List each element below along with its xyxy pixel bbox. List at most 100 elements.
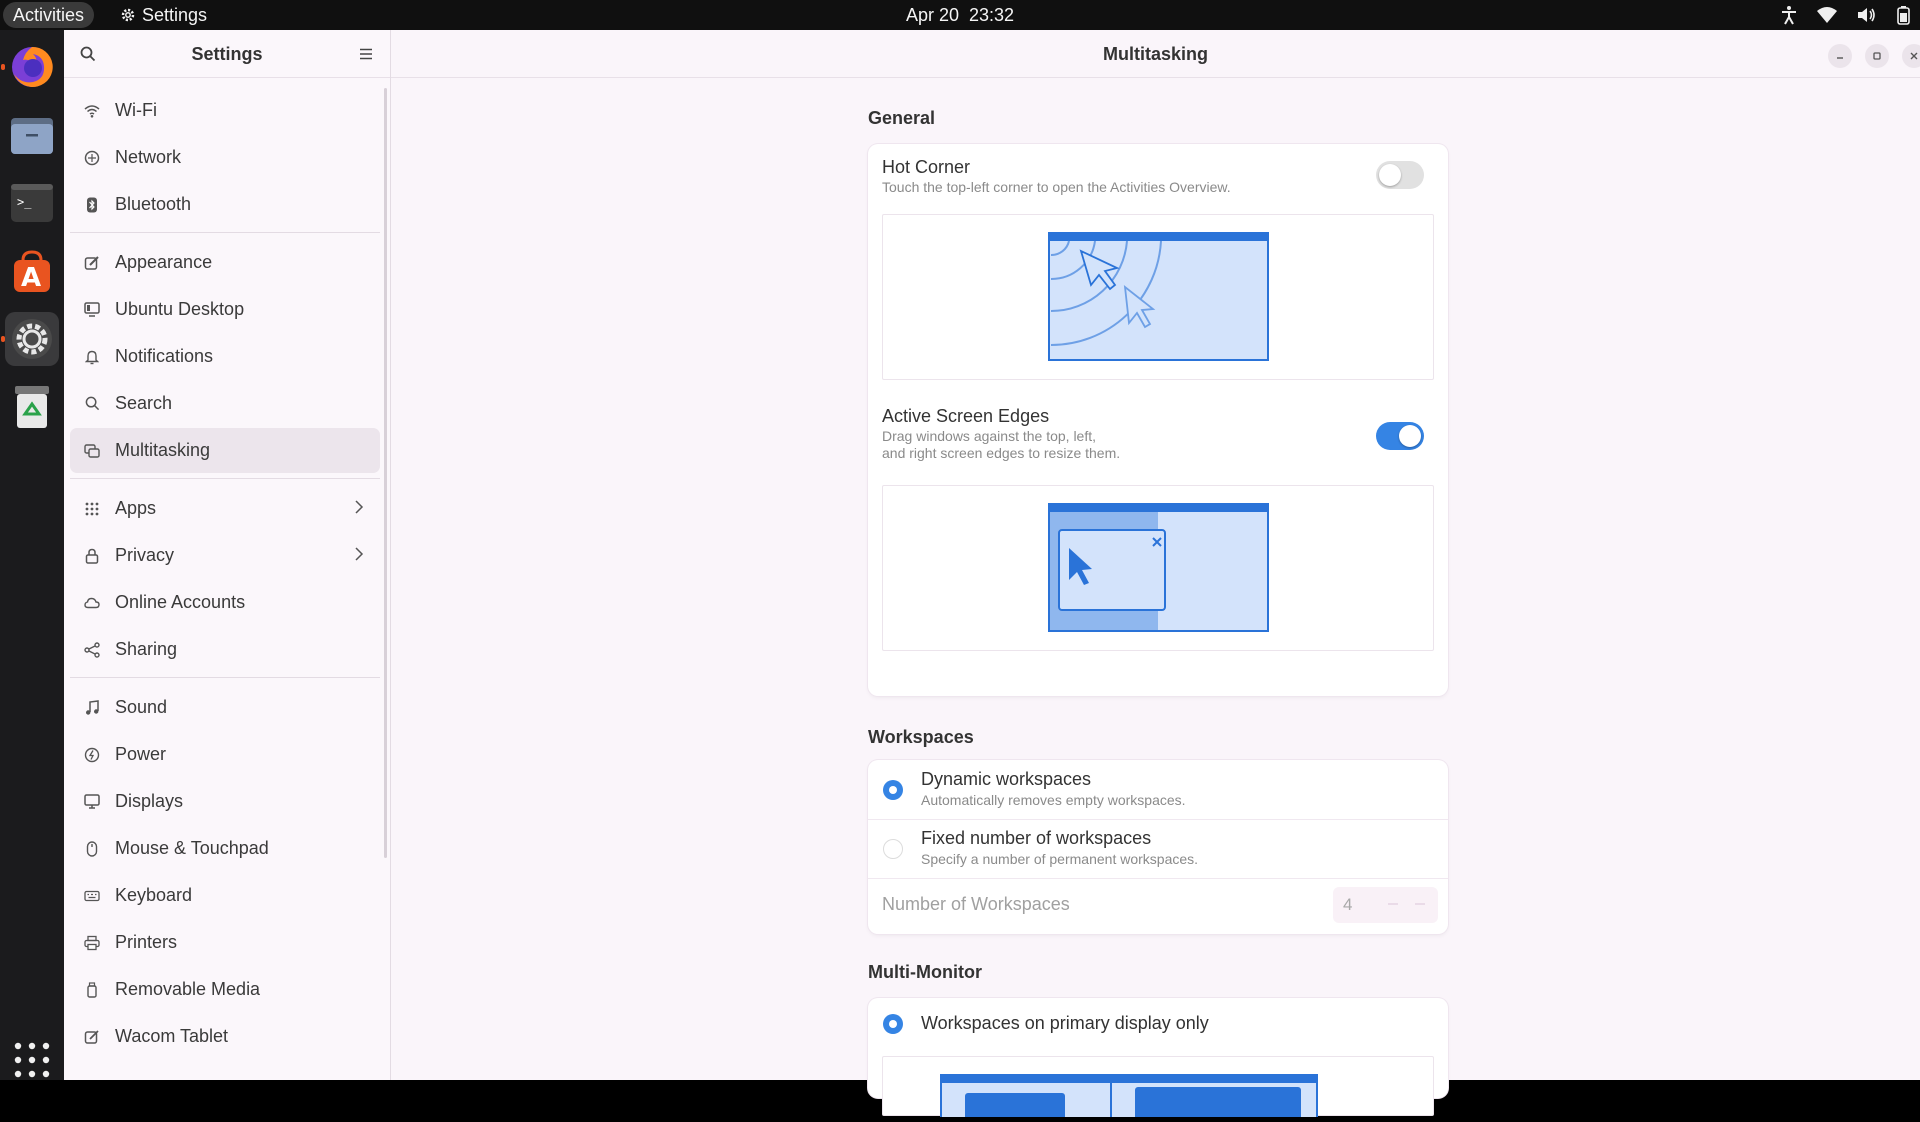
sidebar-list: Wi-Fi Network Bluetooth Appearance Ubunt… — [70, 88, 380, 1061]
hot-corner-illustration-graphic — [1048, 232, 1269, 361]
sidebar-header: Settings — [64, 30, 390, 78]
sidebar-item-notifications[interactable]: Notifications — [70, 334, 380, 379]
number-of-workspaces-spinbutton[interactable]: 4 — [1333, 887, 1438, 923]
app-menu[interactable]: Settings — [120, 0, 207, 30]
show-apps-button[interactable] — [12, 1040, 52, 1080]
sidebar-item-privacy[interactable]: Privacy — [70, 533, 380, 578]
decrement-icon[interactable] — [1388, 903, 1398, 905]
sidebar-item-mouse-touchpad[interactable]: Mouse & Touchpad — [70, 826, 380, 871]
sidebar-item-label: Wacom Tablet — [115, 1026, 229, 1046]
activities-button[interactable]: Activities — [3, 2, 95, 28]
switch-knob — [1379, 164, 1401, 186]
sidebar-item-label: Printers — [115, 932, 178, 952]
dock: >_ A — [0, 30, 64, 1080]
dock-firefox[interactable] — [1, 40, 59, 94]
sidebar-item-label: Notifications — [115, 346, 214, 366]
clock-time[interactable]: 23:32 — [969, 5, 1014, 25]
keyboard-icon — [82, 886, 102, 906]
display-icon — [82, 792, 102, 812]
sidebar-item-bluetooth[interactable]: Bluetooth — [70, 182, 380, 227]
sidebar-item-keyboard[interactable]: Keyboard — [70, 873, 380, 918]
sidebar-item-multitasking[interactable]: Multitasking — [70, 428, 380, 473]
sidebar-item-sharing[interactable]: Sharing — [70, 627, 380, 672]
sidebar-item-search[interactable]: Search — [70, 381, 380, 426]
dock-settings[interactable] — [1, 312, 59, 366]
number-of-workspaces-label: Number of Workspaces — [882, 894, 1070, 914]
sidebar-item-label: Sound — [115, 697, 168, 717]
section-workspaces-heading: Workspaces — [868, 727, 974, 747]
chevron-right-icon — [355, 500, 364, 514]
sidebar-item-online-accounts[interactable]: Online Accounts — [70, 580, 380, 625]
sidebar-item-wifi[interactable]: Wi-Fi — [70, 88, 380, 133]
sidebar-item-label: Ubuntu Desktop — [115, 299, 245, 319]
dock-terminal[interactable]: >_ — [5, 176, 59, 230]
sidebar-item-displays[interactable]: Displays — [70, 779, 380, 824]
minimize-button[interactable] — [1828, 44, 1852, 68]
clock-date[interactable]: Apr 20 — [906, 5, 959, 25]
maximize-button[interactable] — [1865, 44, 1889, 68]
sidebar: Settings Wi-Fi Network Bluetooth Appeara… — [64, 30, 391, 1080]
accessibility-icon[interactable] — [1780, 5, 1798, 25]
primary-display-only-radio[interactable] — [883, 1014, 903, 1034]
sidebar-item-apps[interactable]: Apps — [70, 486, 380, 531]
sidebar-item-label: Appearance — [115, 252, 213, 272]
volume-icon[interactable] — [1856, 6, 1876, 24]
sidebar-item-printers[interactable]: Printers — [70, 920, 380, 965]
sidebar-item-sound[interactable]: Sound — [70, 685, 380, 730]
sidebar-item-label: Removable Media — [115, 979, 261, 999]
active-screen-edges-title: Active Screen Edges — [882, 406, 1050, 426]
switch-knob — [1399, 425, 1421, 447]
multimonitor-illustration — [882, 1056, 1434, 1122]
battery-icon[interactable] — [1894, 5, 1912, 25]
sidebar-item-network[interactable]: Network — [70, 135, 380, 180]
number-of-workspaces-value[interactable]: 4 — [1343, 895, 1352, 915]
sidebar-item-power[interactable]: Power — [70, 732, 380, 777]
active-screen-edges-switch[interactable] — [1376, 422, 1424, 450]
ubuntu-desktop-icon — [82, 300, 102, 320]
sidebar-item-label: Privacy — [115, 545, 175, 565]
appearance-icon — [82, 253, 102, 273]
close-button[interactable] — [1902, 44, 1920, 68]
dynamic-workspaces-subtitle: Automatically removes empty workspaces. — [921, 792, 1186, 808]
software-store-icon: A — [14, 250, 50, 293]
system-tray[interactable] — [1780, 0, 1912, 30]
wifi-status-icon[interactable] — [1816, 6, 1838, 24]
folder-icon — [11, 118, 53, 154]
hamburger-menu-icon — [360, 48, 372, 60]
dock-files[interactable] — [5, 108, 59, 162]
wifi-icon — [82, 101, 102, 121]
music-note-icon — [82, 698, 102, 718]
hot-corner-switch[interactable] — [1376, 161, 1424, 189]
fixed-workspaces-radio[interactable] — [883, 839, 903, 859]
hot-corner-title: Hot Corner — [882, 157, 971, 177]
hot-corner-subtitle: Touch the top-left corner to open the Ac… — [882, 179, 1231, 195]
dock-trash[interactable] — [5, 380, 59, 434]
sidebar-item-label: Wi-Fi — [115, 100, 157, 120]
section-general-heading: General — [868, 108, 936, 128]
fixed-workspaces-title[interactable]: Fixed number of workspaces — [921, 828, 1151, 849]
sidebar-item-removable-media[interactable]: Removable Media — [70, 967, 380, 1012]
content-pane: Multitasking General Hot Corner Touch th… — [391, 30, 1920, 1122]
sidebar-title: Settings — [191, 44, 263, 64]
sidebar-item-ubuntu-desktop[interactable]: Ubuntu Desktop — [70, 287, 380, 332]
search-icon — [82, 394, 102, 414]
sidebar-item-wacom-tablet[interactable]: Wacom Tablet — [70, 1014, 380, 1059]
dynamic-workspaces-radio[interactable] — [883, 780, 903, 800]
sidebar-item-appearance[interactable]: Appearance — [70, 240, 380, 285]
sidebar-item-label: Bluetooth — [115, 194, 192, 214]
sidebar-item-label: Mouse & Touchpad — [115, 838, 269, 858]
main-menu-button[interactable] — [356, 44, 376, 64]
dynamic-workspaces-title[interactable]: Dynamic workspaces — [921, 769, 1091, 790]
restore-icon — [1873, 52, 1881, 60]
sidebar-item-label: Keyboard — [115, 885, 193, 905]
primary-display-only-label[interactable]: Workspaces on primary display only — [921, 1013, 1209, 1034]
cloud-icon — [82, 593, 102, 613]
sidebar-item-label: Search — [115, 393, 173, 413]
sidebar-separator — [70, 478, 380, 479]
fixed-workspaces-subtitle: Specify a number of permanent workspaces… — [921, 851, 1199, 867]
bluetooth-icon — [82, 195, 102, 215]
dock-ubuntu-software[interactable]: A — [5, 244, 59, 298]
sidebar-scrollbar[interactable] — [384, 88, 387, 858]
increment-icon[interactable] — [1415, 903, 1425, 905]
multitasking-icon — [82, 441, 102, 461]
